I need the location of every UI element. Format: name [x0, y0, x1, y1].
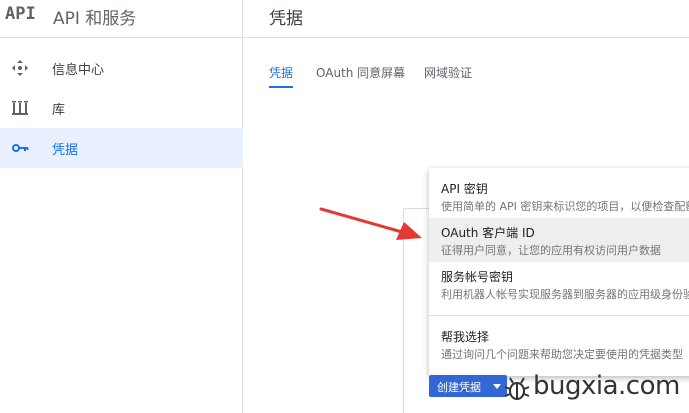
tab-oauth-consent[interactable]: OAuth 同意屏幕: [316, 64, 405, 81]
menu-item-oauth-client-id[interactable]: OAuth 客户端 ID 征得用户同意，让您的应用有权访问用户数据: [429, 218, 689, 262]
page-title: 凭据: [269, 9, 303, 29]
menu-item-title: 帮我选择: [441, 330, 490, 344]
sidebar-item-label: 信息中心: [52, 63, 105, 78]
menu-item-description: 使用简单的 API 密钥来标识您的项目，以便检查配额和访问权限: [441, 200, 689, 213]
menu-item-description: 征得用户同意，让您的应用有权访问用户数据: [441, 244, 661, 257]
create-credentials-label: 创建凭据: [437, 381, 481, 394]
menu-item-service-account-key[interactable]: 服务帐号密钥 利用机器人帐号实现服务器到服务器的应用级身份验证: [429, 262, 689, 306]
sidebar-item-label: 库: [52, 103, 66, 118]
create-credentials-button[interactable]: 创建凭据: [429, 375, 507, 397]
watermark: bugxia.com: [501, 371, 689, 405]
sidebar: API API 和服务 信息中心 库 凭据: [0, 0, 243, 413]
menu-item-description: 利用机器人帐号实现服务器到服务器的应用级身份验证: [441, 288, 689, 301]
watermark-text: bugxia.com: [533, 371, 680, 401]
dashboard-icon: [12, 60, 28, 76]
active-tab-indicator: [269, 86, 293, 88]
library-icon: [12, 101, 28, 115]
page-header: 凭据: [244, 0, 689, 38]
chevron-down-icon: [493, 384, 501, 389]
menu-divider: [429, 315, 689, 316]
sidebar-item-library[interactable]: 库: [0, 88, 243, 128]
red-arrow-annotation: [319, 207, 422, 240]
bug-logo-icon: [504, 377, 530, 400]
create-credentials-menu: API 密钥 使用简单的 API 密钥来标识您的项目，以便检查配额和访问权限 O…: [429, 168, 689, 376]
sidebar-item-label: 凭据: [52, 143, 79, 158]
menu-item-title: 服务帐号密钥: [441, 270, 514, 284]
sidebar-item-dashboard[interactable]: 信息中心: [0, 48, 243, 88]
menu-item-title: OAuth 客户端 ID: [441, 226, 535, 240]
sidebar-item-credentials[interactable]: 凭据: [0, 128, 243, 168]
tab-domain-verification[interactable]: 网域验证: [424, 64, 472, 81]
key-icon: [12, 144, 29, 152]
tab-bar: 凭据 OAuth 同意屏幕 网域验证: [244, 38, 689, 88]
menu-item-title: API 密钥: [441, 182, 488, 196]
menu-item-api-key[interactable]: API 密钥 使用简单的 API 密钥来标识您的项目，以便检查配额和访问权限: [429, 168, 689, 218]
tab-credentials[interactable]: 凭据: [269, 64, 293, 81]
menu-item-description: 通过询问几个问题来帮助您决定要使用的凭据类型: [441, 348, 683, 361]
menu-item-help-me-choose[interactable]: 帮我选择 通过询问几个问题来帮助您决定要使用的凭据类型: [429, 320, 689, 370]
brand-header: API API 和服务: [0, 0, 243, 38]
api-logo: API: [5, 4, 36, 24]
app-title: API 和服务: [53, 9, 137, 29]
